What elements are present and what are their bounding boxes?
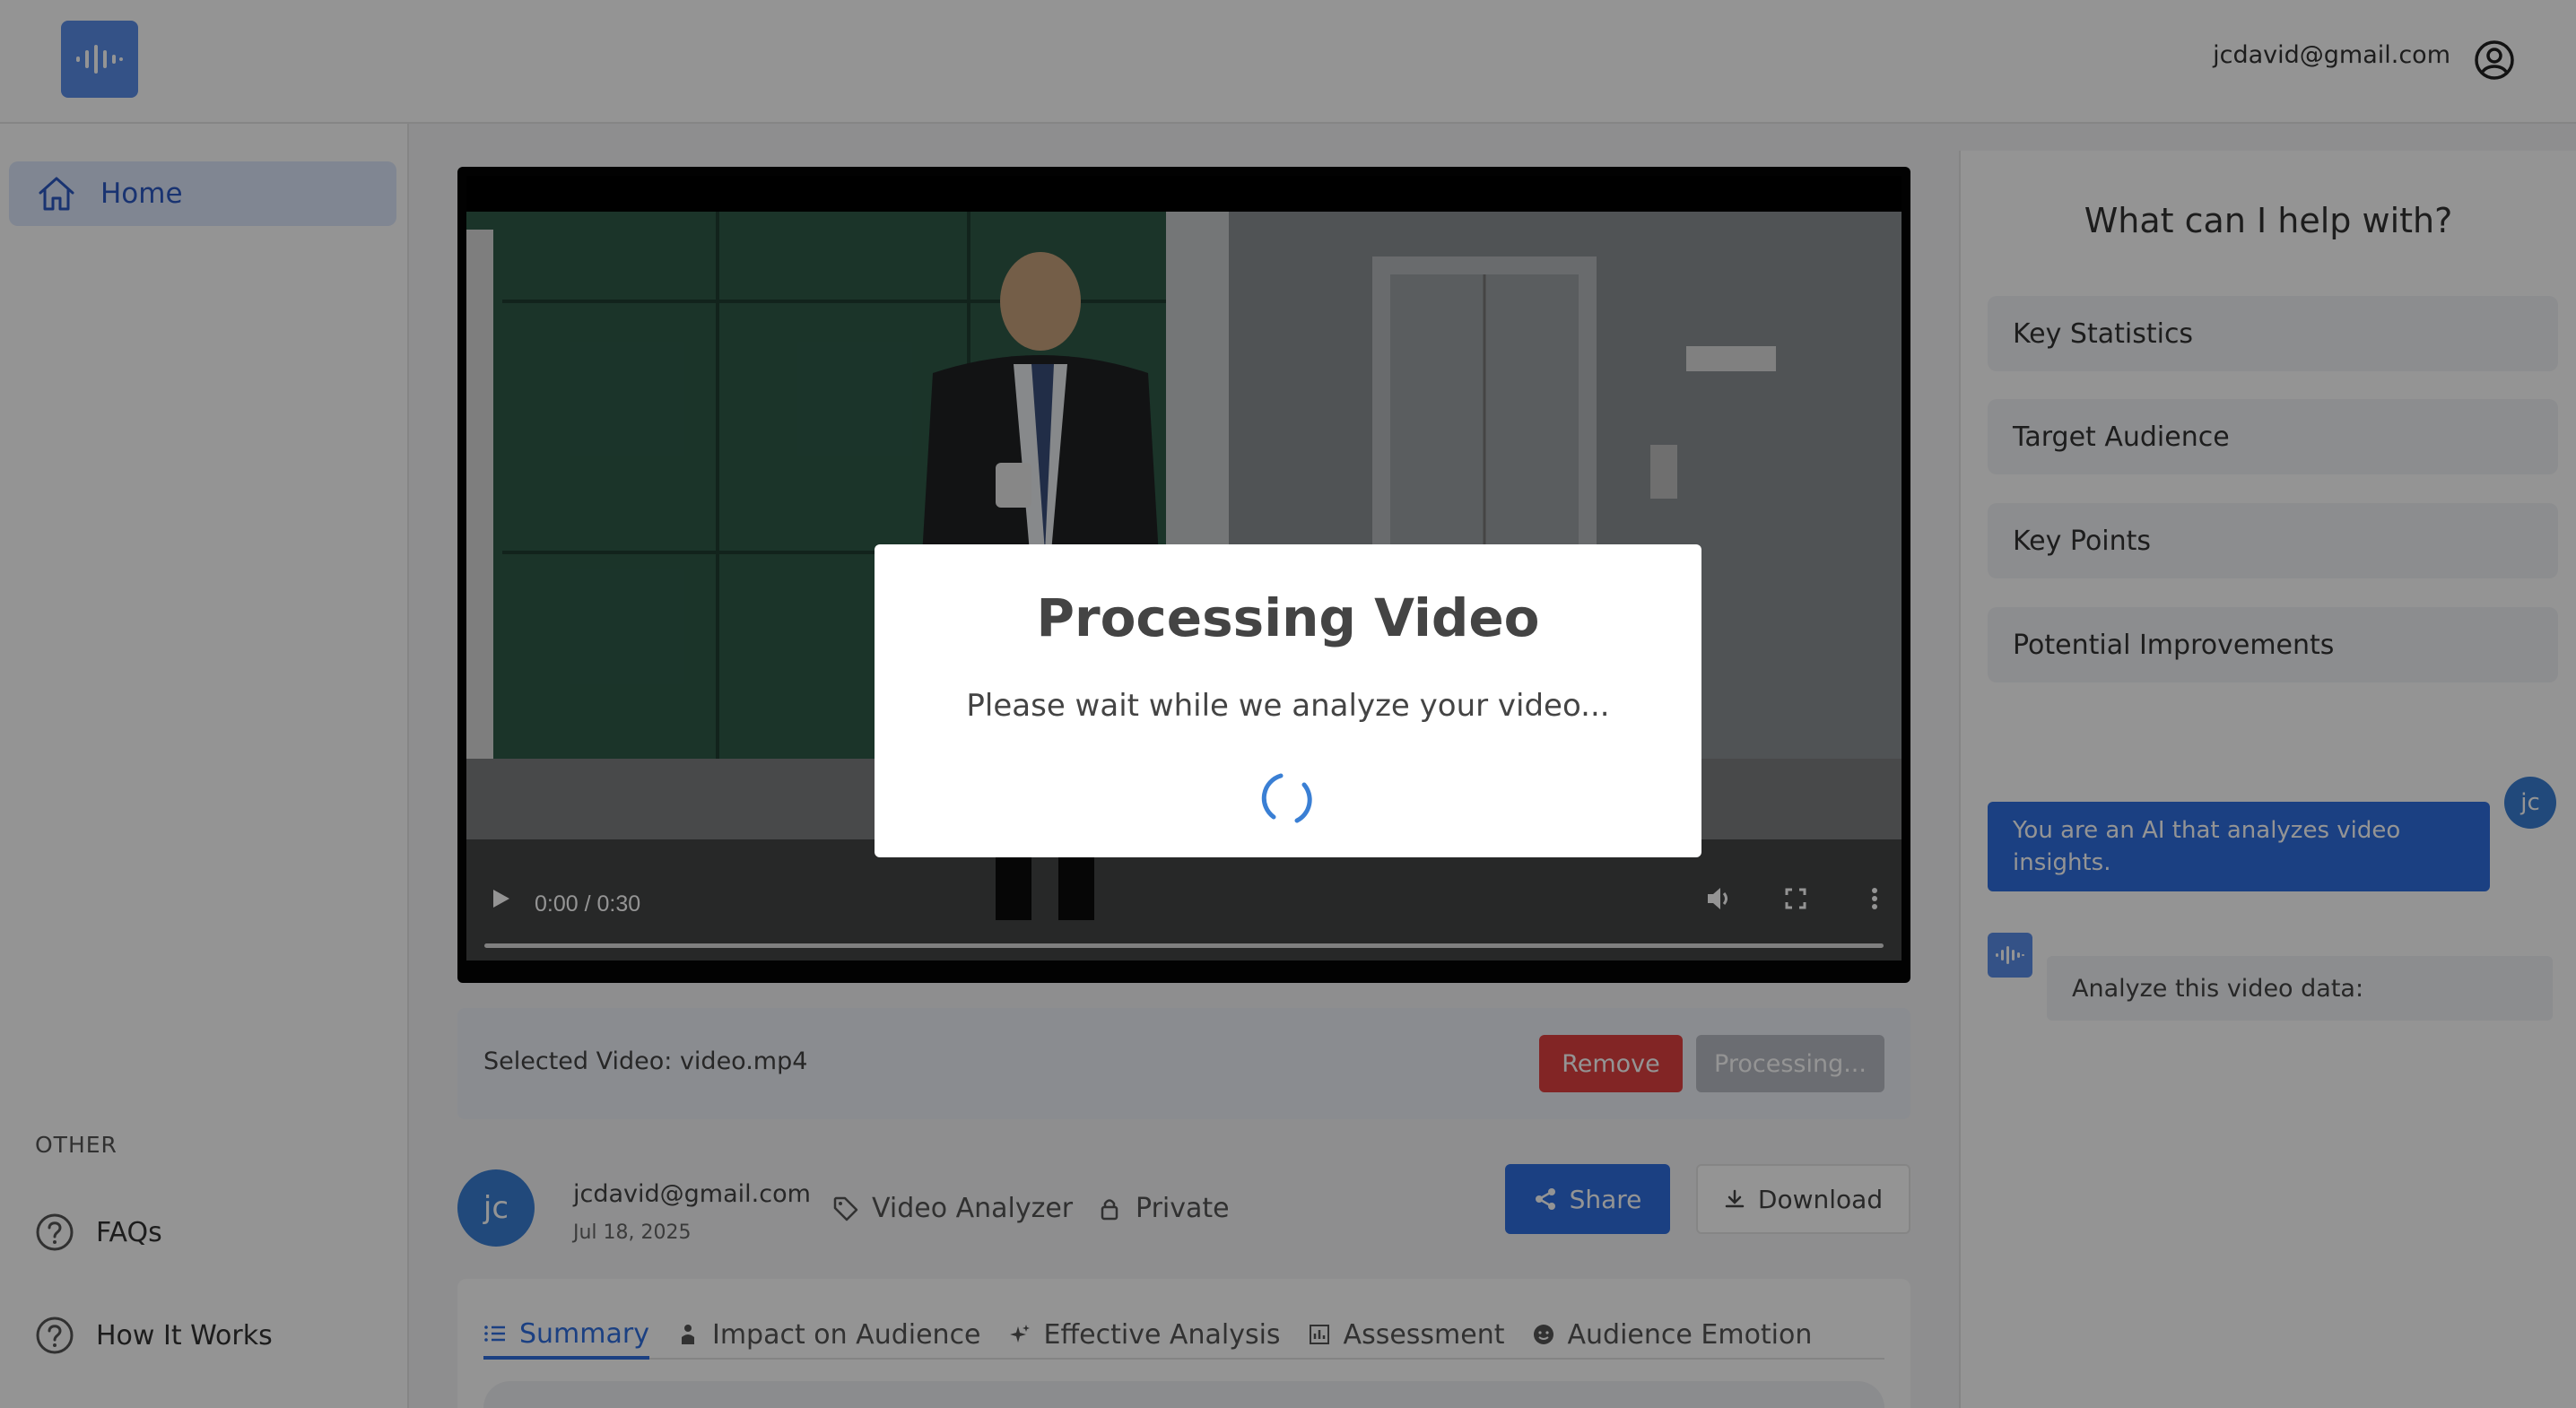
modal-subtitle: Please wait while we analyze your video.… [966, 688, 1610, 724]
loading-spinner-icon [1261, 773, 1312, 823]
processing-modal: Processing Video Please wait while we an… [875, 544, 1701, 857]
modal-title: Processing Video [1036, 587, 1540, 648]
